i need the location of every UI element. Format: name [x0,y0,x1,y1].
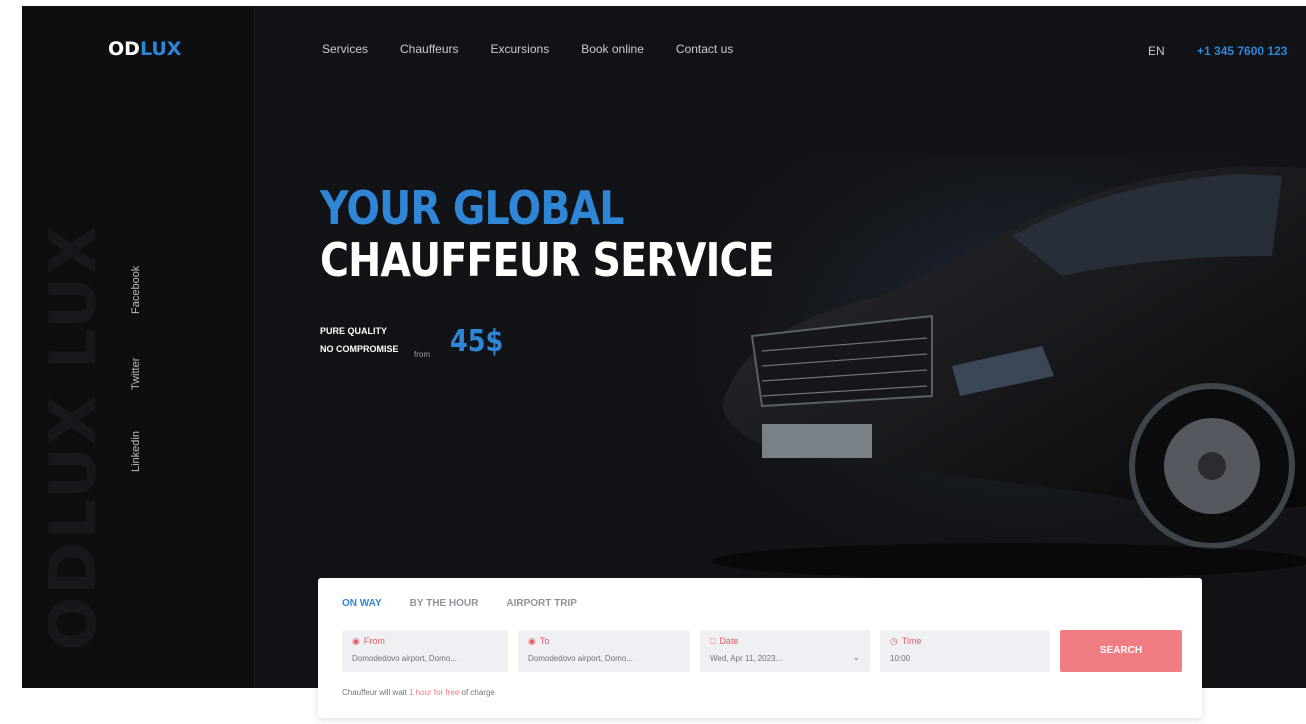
date-value: Wed, Apr 11, 2023... [710,654,783,663]
time-field[interactable]: ◷ Time 10:00 [880,630,1050,672]
phone-number[interactable]: +1 345 7600 123 [1197,44,1287,58]
location-pin-icon: ◉ [352,636,360,646]
headline-line1: YOUR GLOBAL [320,181,625,235]
price-from-label: from [414,350,430,359]
search-button[interactable]: SEARCH [1060,630,1182,672]
tagline-1: PURE QUALITY [320,326,388,336]
wait-note: Chauffeur will wait 1 hour for free of c… [342,688,495,697]
headline-line2: CHAUFFEUR SERVICE [320,233,775,287]
nav-services[interactable]: Services [322,42,368,56]
social-link-twitter[interactable]: Twitter [130,358,142,390]
social-link-facebook[interactable]: Facebook [130,266,142,314]
nav-contact-us[interactable]: Contact us [676,42,733,56]
booking-widget: ON WAY BY THE HOUR AIRPORT TRIP ◉ From Do… [318,578,1202,718]
watermark-text: ODLUX LUX [37,223,102,651]
tab-by-the-hour[interactable]: BY THE HOUR [410,598,479,609]
chevron-down-icon[interactable]: ⌄ [852,652,860,663]
date-label: Date [719,636,739,646]
tab-one-way[interactable]: ON WAY [342,598,382,609]
nav-book-online[interactable]: Book online [581,42,644,56]
from-value: Domodedovo airport, Domo... [352,654,457,663]
left-sidebar: ODLUX ODLUX LUX Facebook Twitter Linkedi… [22,6,255,688]
tagline: PURE QUALITY NO COMPROMISE [320,322,399,358]
car-image [682,156,1306,606]
to-label: To [539,636,550,646]
nav-chauffeurs[interactable]: Chauffeurs [400,42,458,56]
tagline-2: NO COMPROMISE [320,344,399,354]
price-value: 45$ [450,324,504,359]
language-switch[interactable]: EN [1148,44,1165,58]
location-pin-icon: ◉ [528,636,536,646]
time-label: Time [901,636,922,646]
social-link-linkedin[interactable]: Linkedin [130,431,142,472]
to-value: Domodedovo airport, Domo... [528,654,633,663]
date-field[interactable]: □ Date Wed, Apr 11, 2023... ⌄ [700,630,870,672]
from-field[interactable]: ◉ From Domodedovo airport, Domo... [342,630,508,672]
tab-airport-trip[interactable]: AIRPORT TRIP [506,598,577,609]
nav-excursions[interactable]: Excursions [491,42,550,56]
time-value: 10:00 [890,654,911,663]
booking-tabs: ON WAY BY THE HOUR AIRPORT TRIP [342,598,605,609]
to-field[interactable]: ◉ To Domodedovo airport, Domo... [518,630,690,672]
main-nav: Services Chauffeurs Excursions Book onli… [322,42,765,56]
from-label: From [363,636,385,646]
hero-headline: YOUR GLOBAL CHAUFFEUR SERVICE [320,181,775,287]
calendar-icon: □ [710,636,716,646]
clock-icon: ◷ [890,636,898,646]
logo[interactable]: ODLUX [108,38,181,60]
